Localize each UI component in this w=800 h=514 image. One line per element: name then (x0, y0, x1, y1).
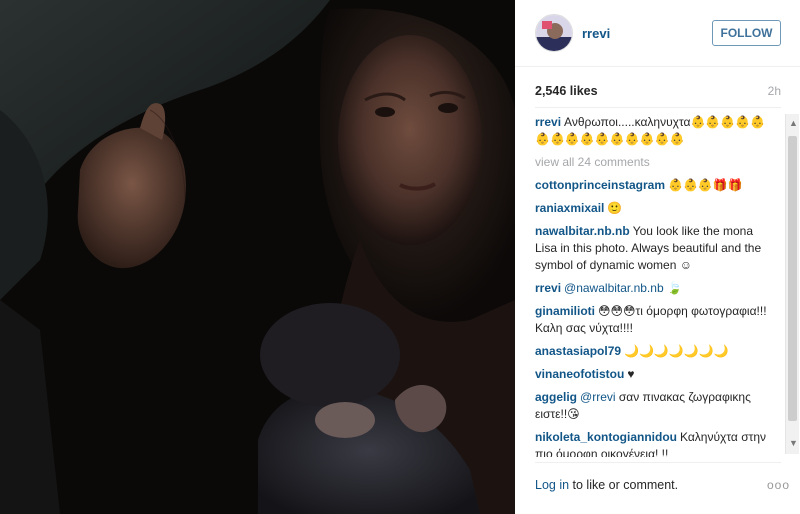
scroll-down-arrow-icon[interactable]: ▼ (789, 438, 798, 448)
comment-item: raniaxmixail 🙂 (535, 200, 771, 217)
login-link[interactable]: Log in (535, 478, 569, 492)
comment-text: ♥ (627, 367, 635, 381)
scroll-up-arrow-icon[interactable]: ▲ (789, 118, 798, 128)
more-options-icon[interactable]: ooo (767, 478, 790, 492)
likes-count[interactable]: 2,546 likes (535, 84, 598, 98)
view-all-comments-link[interactable]: view all 24 comments (535, 154, 771, 171)
comment-username[interactable]: nikoleta_kontogiannidou (535, 430, 677, 444)
login-prompt-text: to like or comment. (569, 478, 679, 492)
comments-scrollbar[interactable]: ▲ ▼ (785, 114, 799, 454)
post-username[interactable]: rrevi (582, 26, 610, 41)
comment-text: 🙂 (607, 201, 623, 215)
caption-username[interactable]: rrevi (535, 115, 561, 129)
comment-mention[interactable]: @rrevi (580, 390, 616, 404)
post-time[interactable]: 2h (768, 84, 781, 98)
comment-mention[interactable]: @nawalbitar.nb.nb (564, 281, 664, 295)
comment-text: 🌙🌙🌙🌙🌙🌙🌙 (624, 344, 729, 358)
comment-item: anastasiapol79 🌙🌙🌙🌙🌙🌙🌙 (535, 343, 771, 360)
comment-username[interactable]: raniaxmixail (535, 201, 604, 215)
comment-item: rrevi @nawalbitar.nb.nb 🍃 (535, 280, 771, 297)
comment-username[interactable]: vinaneofotistou (535, 367, 624, 381)
follow-button[interactable]: FOLLOW (712, 20, 781, 46)
comment-username[interactable]: rrevi (535, 281, 561, 295)
comments-list: rrevi Ανθρωποι.....καληνυχτα👶👶👶👶👶👶👶👶👶👶👶👶👶… (535, 114, 771, 457)
comment-username[interactable]: anastasiapol79 (535, 344, 621, 358)
post-details-panel: rrevi FOLLOW 2,546 likes 2h rrevi Ανθρωπο… (515, 0, 800, 514)
post-viewer: rrevi FOLLOW 2,546 likes 2h rrevi Ανθρωπο… (0, 0, 800, 514)
caption: rrevi Ανθρωποι.....καληνυχτα👶👶👶👶👶👶👶👶👶👶👶👶👶… (535, 114, 771, 148)
comment-text: 🍃 (666, 281, 682, 295)
comment-username[interactable]: nawalbitar.nb.nb (535, 224, 630, 238)
login-prompt: Log in to like or comment. (535, 478, 678, 492)
comment-item: vinaneofotistou ♥ (535, 366, 771, 383)
comment-item: nawalbitar.nb.nb You look like the mona L… (535, 223, 771, 274)
post-header: rrevi FOLLOW (515, 0, 800, 67)
photo-image (0, 0, 515, 514)
comment-item: cottonprinceinstagram 👶👶👶🎁🎁 (535, 177, 771, 194)
post-footer: Log in to like or comment. ooo (535, 478, 790, 498)
comment-username[interactable]: ginamilioti (535, 304, 595, 318)
stats-divider (535, 107, 781, 108)
scroll-thumb[interactable] (788, 136, 797, 421)
post-photo[interactable] (0, 0, 515, 514)
avatar[interactable] (535, 14, 573, 52)
comment-username[interactable]: aggelig (535, 390, 577, 404)
footer-divider (535, 462, 781, 463)
comment-item: ginamilioti 😳😳😳τι όμορφη φωτογραφια!!! Κα… (535, 303, 771, 337)
comment-text: 👶👶👶🎁🎁 (668, 178, 743, 192)
avatar-image (536, 15, 572, 51)
comment-item: aggelig @rrevi σαν πινακας ζωγραφικης εισ… (535, 389, 771, 423)
caption-text: Ανθρωποι.....καληνυχτα👶👶👶👶👶👶👶👶👶👶👶👶👶👶👶 (535, 115, 766, 146)
comment-username[interactable]: cottonprinceinstagram (535, 178, 665, 192)
post-stats: 2,546 likes 2h (535, 80, 781, 100)
comment-item: nikoleta_kontogiannidou Καληνύχτα στην πι… (535, 429, 771, 457)
